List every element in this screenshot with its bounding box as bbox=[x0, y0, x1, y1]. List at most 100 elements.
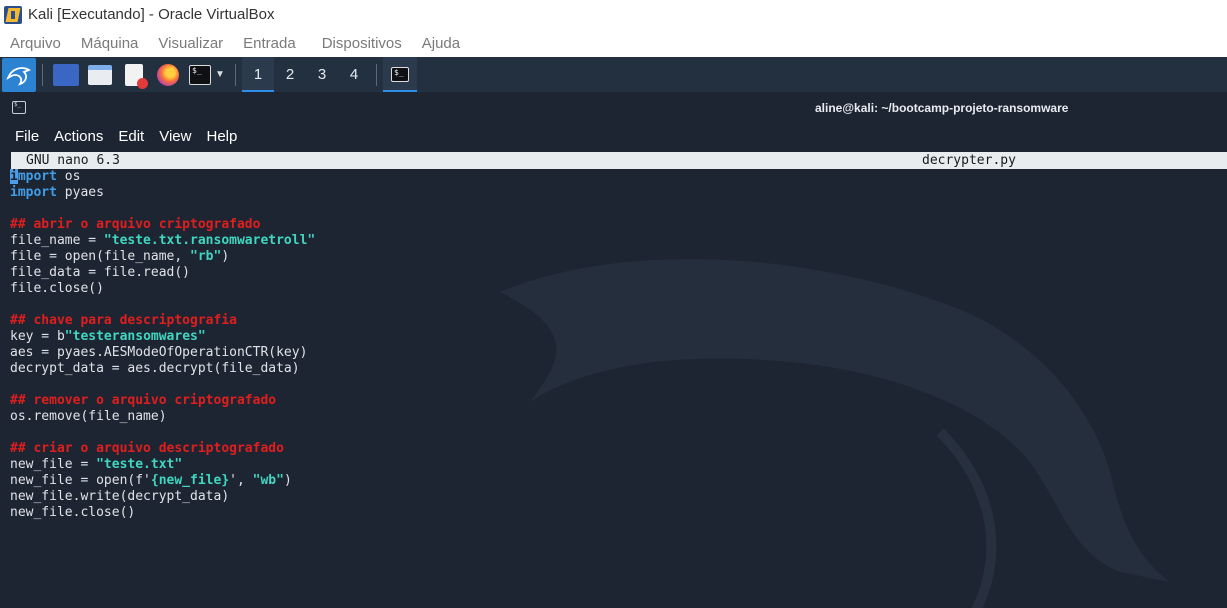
nano-header-bar: GNU nano 6.3 decrypter.py bbox=[11, 152, 1227, 169]
nano-version: GNU nano 6.3 bbox=[26, 153, 120, 168]
workspace-3[interactable]: 3 bbox=[306, 57, 338, 92]
code-token: pyaes bbox=[56, 185, 104, 200]
code-token: "testeransomwares" bbox=[64, 329, 206, 344]
host-titlebar: Kali [Executando] - Oracle VirtualBox bbox=[0, 0, 1227, 29]
code-token: ## criar o arquivo descriptografado bbox=[10, 441, 284, 456]
panel-separator bbox=[376, 63, 377, 86]
code-token: file.close() bbox=[10, 281, 104, 296]
terminal-task-button[interactable]: $_ bbox=[383, 57, 417, 92]
virtualbox-icon bbox=[4, 5, 22, 24]
menu-arquivo[interactable]: Arquivo bbox=[10, 35, 61, 52]
nano-editor[interactable]: GNU nano 6.3 decrypter.py import os impor… bbox=[0, 152, 1227, 608]
menu-maquina[interactable]: Máquina bbox=[81, 35, 139, 52]
code-line: file = open(file_name, "rb") bbox=[10, 249, 315, 265]
terminal-menu-view[interactable]: View bbox=[159, 128, 191, 145]
panel-separator bbox=[235, 63, 236, 86]
code-token: os.remove(file_name) bbox=[10, 409, 167, 424]
code-token: new_file = open(f' bbox=[10, 473, 151, 488]
terminal-task-icon: $_ bbox=[391, 67, 409, 82]
file-manager-icon bbox=[88, 64, 112, 85]
code-token: key = b bbox=[10, 329, 65, 344]
code-token: mport bbox=[17, 169, 57, 184]
code-line: import pyaes bbox=[10, 185, 315, 201]
code-token: file_name = bbox=[10, 233, 104, 248]
code-area[interactable]: import os import pyaes ## abrir o arquivo… bbox=[10, 169, 315, 521]
guest-screen: $_ ▼ 1 2 3 4 $_ $_ aline@kali: ~/bootcam… bbox=[0, 57, 1227, 608]
code-token: ## abrir o arquivo criptografado bbox=[10, 217, 261, 232]
code-token: ## chave para descriptografia bbox=[10, 313, 237, 328]
text-editor-icon bbox=[125, 63, 148, 89]
terminal-menu-help[interactable]: Help bbox=[206, 128, 237, 145]
workspace-1[interactable]: 1 bbox=[242, 57, 274, 92]
code-token: new_file = bbox=[10, 457, 97, 472]
kali-dragon-watermark bbox=[500, 259, 1170, 608]
code-token: file = open(file_name, bbox=[10, 249, 191, 264]
menu-entrada[interactable]: Entrada bbox=[243, 35, 296, 52]
show-desktop-icon bbox=[53, 63, 79, 86]
text-editor-button[interactable] bbox=[117, 57, 151, 92]
code-token: new_file.write(decrypt_data) bbox=[10, 489, 230, 504]
code-line: file_name = "teste.txt.ransomwaretroll" bbox=[10, 233, 315, 249]
terminal-titlebar: $_ aline@kali: ~/bootcamp-projeto-ransom… bbox=[0, 94, 1227, 122]
code-token: new_file.close() bbox=[10, 505, 136, 520]
code-line: os.remove(file_name) bbox=[10, 409, 315, 425]
nano-filename: decrypter.py bbox=[922, 153, 1016, 168]
code-token: "rb" bbox=[190, 249, 222, 264]
code-token: i bbox=[10, 169, 18, 184]
menu-dispositivos[interactable]: Dispositivos bbox=[322, 35, 402, 52]
firefox-icon bbox=[157, 63, 179, 86]
workspace-4[interactable]: 4 bbox=[338, 57, 370, 92]
chevron-down-icon[interactable]: ▼ bbox=[215, 69, 225, 80]
menu-ajuda[interactable]: Ajuda bbox=[422, 35, 460, 52]
code-line: new_file.close() bbox=[10, 505, 315, 521]
code-line: ## abrir o arquivo criptografado bbox=[10, 217, 315, 233]
code-line: key = b"testeransomwares" bbox=[10, 329, 315, 345]
code-line: decrypt_data = aes.decrypt(file_data) bbox=[10, 361, 315, 377]
code-line: new_file.write(decrypt_data) bbox=[10, 489, 315, 505]
terminal-menubar: File Actions Edit View Help bbox=[0, 122, 1227, 151]
code-token: os bbox=[56, 169, 81, 184]
code-token: ## remover o arquivo criptografado bbox=[10, 393, 277, 408]
xfce-panel: $_ ▼ 1 2 3 4 $_ bbox=[0, 57, 1227, 92]
host-menubar: Arquivo Máquina Visualizar Entrada Dispo… bbox=[0, 29, 1227, 57]
code-token: ', bbox=[229, 473, 253, 488]
terminal-menu-actions[interactable]: Actions bbox=[54, 128, 103, 145]
terminal-title: aline@kali: ~/bootcamp-projeto-ransomwar… bbox=[815, 101, 1069, 115]
code-line: new_file = "teste.txt" bbox=[10, 457, 315, 473]
workspace-2[interactable]: 2 bbox=[274, 57, 306, 92]
file-manager-button[interactable] bbox=[83, 57, 117, 92]
code-line: new_file = open(f'{new_file}', "wb") bbox=[10, 473, 315, 489]
terminal-menu-edit[interactable]: Edit bbox=[118, 128, 144, 145]
firefox-button[interactable] bbox=[151, 57, 185, 92]
code-token: ) bbox=[283, 473, 292, 488]
code-token: import bbox=[10, 185, 57, 200]
terminal-menu-file[interactable]: File bbox=[15, 128, 39, 145]
code-line: file.close() bbox=[10, 281, 315, 297]
code-token: aes = pyaes.AESModeOfOperationCTR(key) bbox=[10, 345, 308, 360]
code-line: ## remover o arquivo criptografado bbox=[10, 393, 315, 409]
code-token: ) bbox=[221, 249, 230, 264]
code-token: "teste.txt.ransomwaretroll" bbox=[103, 233, 316, 248]
code-token: decrypt_data = aes.decrypt(file_data) bbox=[10, 361, 300, 376]
terminal-window-icon: $_ bbox=[12, 101, 26, 114]
code-line: ## criar o arquivo descriptografado bbox=[10, 441, 315, 457]
menu-visualizar[interactable]: Visualizar bbox=[158, 35, 223, 52]
code-token: file_data = file.read() bbox=[10, 265, 191, 280]
code-token: "teste.txt" bbox=[96, 457, 183, 472]
code-line: aes = pyaes.AESModeOfOperationCTR(key) bbox=[10, 345, 315, 361]
show-desktop-button[interactable] bbox=[49, 57, 83, 92]
code-token: "wb" bbox=[252, 473, 284, 488]
panel-separator bbox=[42, 63, 43, 86]
host-window-title: Kali [Executando] - Oracle VirtualBox bbox=[28, 6, 275, 23]
code-token: {new_file} bbox=[150, 473, 230, 488]
code-line: ## chave para descriptografia bbox=[10, 313, 315, 329]
terminal-launcher-button[interactable]: $_ ▼ bbox=[185, 57, 229, 92]
code-line: import os bbox=[10, 169, 315, 185]
terminal-icon: $_ bbox=[189, 64, 212, 85]
code-line: file_data = file.read() bbox=[10, 265, 315, 281]
kali-menu-icon[interactable] bbox=[2, 57, 36, 92]
